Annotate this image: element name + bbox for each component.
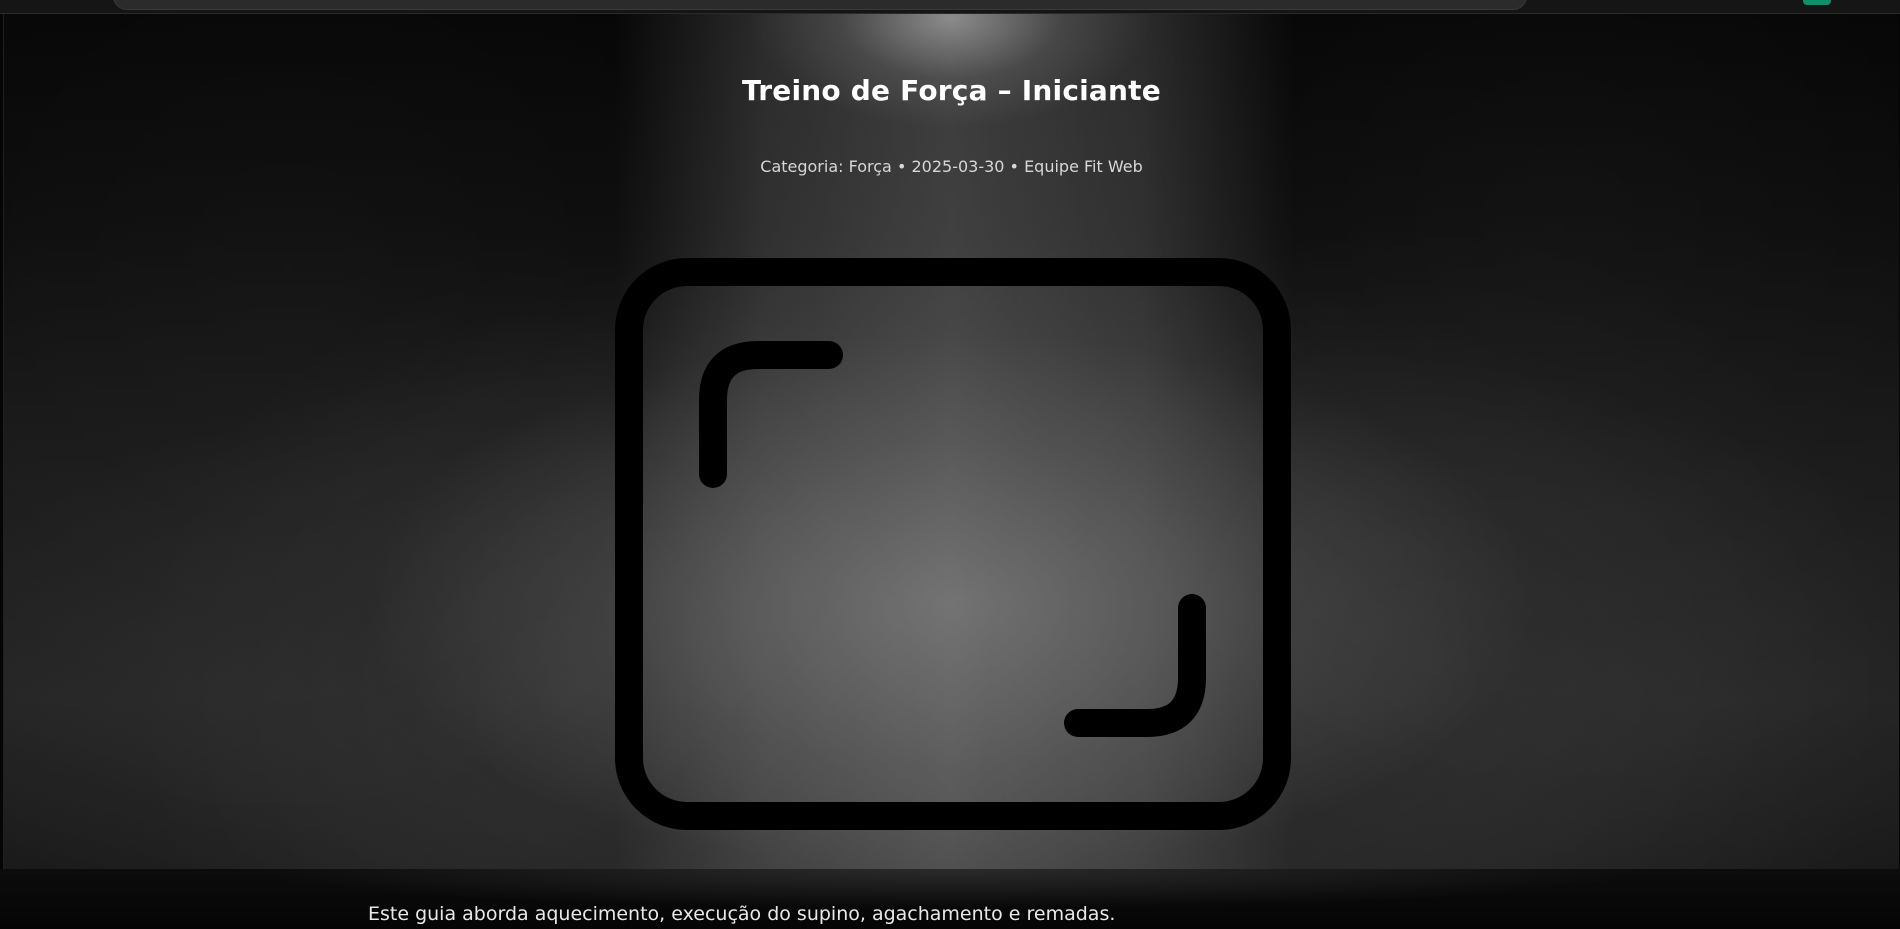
placeholder-corner-top-left bbox=[699, 341, 843, 488]
account-badge[interactable] bbox=[1803, 0, 1831, 5]
article-intro: Este guia aborda aquecimento, execução d… bbox=[368, 903, 1116, 925]
top-bar bbox=[0, 0, 1900, 14]
search-bar[interactable] bbox=[113, 0, 1527, 10]
image-placeholder-icon bbox=[615, 258, 1291, 830]
placeholder-corner-bottom-right bbox=[1064, 594, 1206, 737]
page-title: Treino de Força – Iniciante bbox=[742, 74, 1161, 107]
article-page: Treino de Força – Iniciante Categoria: F… bbox=[0, 0, 1900, 929]
article-hero: Treino de Força – Iniciante Categoria: F… bbox=[3, 14, 1899, 869]
article-meta: Categoria: Força • 2025-03-30 • Equipe F… bbox=[760, 157, 1143, 176]
